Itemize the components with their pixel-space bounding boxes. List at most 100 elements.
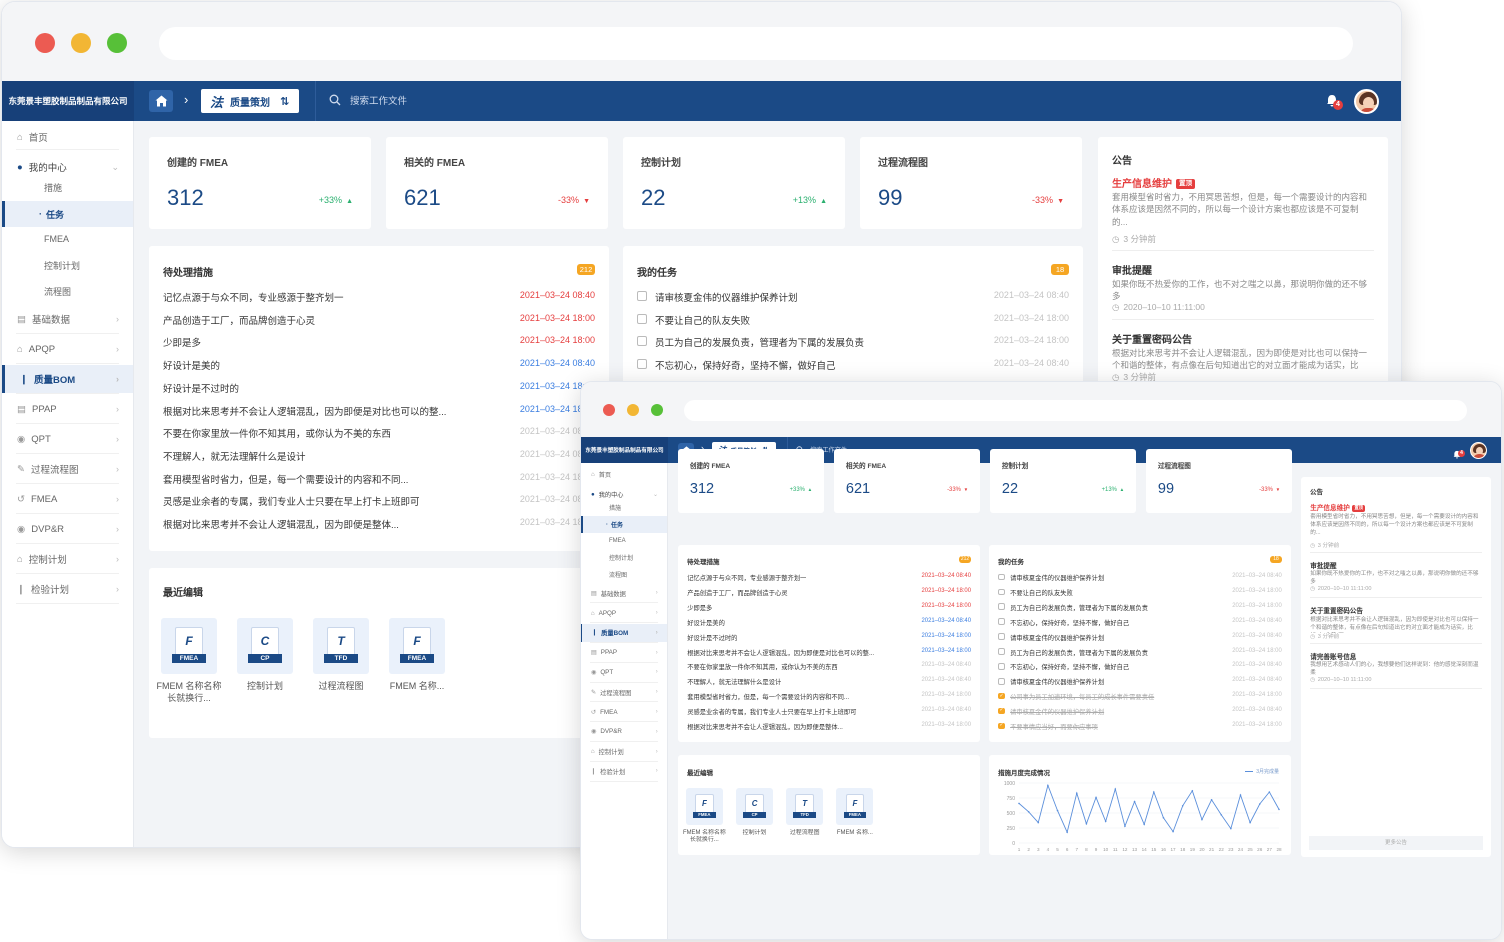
sidebar-subitem-active[interactable]: · 任务 <box>2 201 133 227</box>
swap-icon[interactable]: ⇅ <box>280 95 289 108</box>
pending-row-text[interactable]: 产品创造于工厂，而品牌创造于心灵 <box>687 588 911 597</box>
address-bar[interactable] <box>159 27 1353 60</box>
stat-card[interactable]: 控制计划 22 +13% ▲ <box>623 137 845 229</box>
sidebar-item-3[interactable]: ▤ PPAP › <box>581 643 667 661</box>
stat-card[interactable]: 相关的 FMEA 621 -33% ▼ <box>834 449 980 513</box>
sidebar-item-1[interactable]: ⌂ APQP › <box>2 335 133 363</box>
task-row-text[interactable]: 员工为自己的发展负责，管理者为下属的发展负责 <box>1010 603 1201 612</box>
stat-card[interactable]: 过程流程图 99 -33% ▼ <box>860 137 1082 229</box>
announcement-title[interactable]: 生产信息维护 置顶 <box>1310 502 1365 512</box>
task-checkbox[interactable] <box>998 677 1005 685</box>
announcement-title[interactable]: 审批提醒 <box>1310 560 1336 570</box>
task-checkbox[interactable] <box>637 336 647 347</box>
pending-row-text[interactable]: 记忆点源于与众不同，专业感源于整齐划一 <box>163 290 503 304</box>
sidebar-item-5[interactable]: ✎ 过程流程图 › <box>2 455 133 483</box>
file-name[interactable]: FMEM 名称... <box>832 830 877 838</box>
address-bar[interactable] <box>684 400 1467 421</box>
task-checkbox[interactable]: ✓ <box>998 707 1005 715</box>
pending-row-text[interactable]: 套用模型省时省力，但是，每一个需要设计的内容和不同... <box>163 472 503 486</box>
file-name[interactable]: FMEM 名称名称长就换行... <box>682 830 727 845</box>
avatar[interactable] <box>1470 442 1487 459</box>
sidebar-subitem[interactable]: FMEA <box>581 534 667 547</box>
breadcrumb-current[interactable]: 法 质量策划 ⇅ <box>201 89 299 113</box>
task-checkbox[interactable]: ✓ <box>998 693 1005 700</box>
stat-card[interactable]: 控制计划 22 +13% ▲ <box>990 449 1136 513</box>
pending-row-text[interactable]: 好设计是美的 <box>687 618 911 627</box>
file-name[interactable]: 控制计划 <box>732 830 777 838</box>
sidebar-subitem[interactable]: FMEA <box>2 229 133 249</box>
task-checkbox[interactable] <box>998 618 1005 625</box>
close-dot[interactable] <box>603 404 615 416</box>
task-checkbox[interactable] <box>637 313 647 324</box>
stat-card[interactable]: 创建的 FMEA 312 +33% ▲ <box>149 137 371 229</box>
pending-row-text[interactable]: 不要在你家里放一件你不知其用，或你认为不美的东西 <box>687 662 911 671</box>
announcement-title[interactable]: 关于重置密码公告 <box>1112 331 1192 346</box>
task-row-text[interactable]: 不要事情应当好，而要你应事项 <box>1010 722 1201 731</box>
sidebar-item-my-center[interactable]: ● 我的中心 ⌄ <box>581 487 667 501</box>
sidebar-item-4[interactable]: ◉ QPT › <box>2 425 133 453</box>
task-checkbox[interactable] <box>637 359 647 370</box>
pending-row-text[interactable]: 少即是多 <box>687 603 911 612</box>
sidebar-subitem[interactable]: 流程图 <box>2 281 133 301</box>
minimize-dot[interactable] <box>71 33 91 53</box>
file-name[interactable]: 过程流程图 <box>782 830 827 838</box>
sidebar-subitem[interactable]: 措施 <box>581 501 667 514</box>
task-row-text[interactable]: 请审核夏金伟的仪器维护保养计划 <box>1010 677 1201 686</box>
stat-card[interactable]: 过程流程图 99 -33% ▼ <box>1146 449 1292 513</box>
maximize-dot[interactable] <box>651 404 663 416</box>
sidebar-subitem[interactable]: 措施 <box>2 177 133 197</box>
file-thumbnail[interactable]: T TFD <box>786 788 824 825</box>
task-checkbox[interactable] <box>998 648 1005 655</box>
file-thumbnail[interactable]: F FMEA <box>836 788 874 825</box>
file-thumbnail[interactable]: C CP <box>736 788 774 825</box>
search-bar[interactable]: 搜索工作文件 <box>329 93 407 107</box>
file-name[interactable]: 控制计划 <box>231 681 299 693</box>
sidebar-item-3[interactable]: ▤ PPAP › <box>2 395 133 423</box>
stat-card[interactable]: 创建的 FMEA 312 +33% ▲ <box>678 449 824 513</box>
file-thumbnail[interactable]: T TFD <box>313 618 369 674</box>
task-row-text[interactable]: 请审核夏金伟的仪器维护保养计划 <box>1010 633 1201 642</box>
sidebar-subitem[interactable]: 控制计划 <box>2 255 133 275</box>
announcement-title[interactable]: 关于重置密码公告 <box>1310 605 1363 615</box>
pending-row-text[interactable]: 不理解人，就无法理解什么是设计 <box>687 677 911 686</box>
sidebar-item-8[interactable]: ⌂ 控制计划 › <box>581 742 667 760</box>
task-row-text[interactable]: 不要让自己的队友失败 <box>1010 588 1201 597</box>
pending-row-text[interactable]: 少即是多 <box>163 335 503 349</box>
maximize-dot[interactable] <box>107 33 127 53</box>
pending-row-text[interactable]: 根据对比来思考并不会让人逻辑混乱，因为即便是对比也可以的整... <box>163 404 503 418</box>
sidebar-subitem[interactable]: 控制计划 <box>581 551 667 564</box>
sidebar-subitem-active[interactable]: · 任务 <box>581 516 667 533</box>
pending-row-text[interactable]: 灵感是业余者的专属，我们专业人士只要在早上打卡上班即可 <box>163 494 503 508</box>
sidebar-item-2[interactable]: ❙ 质量BOM › <box>581 623 667 643</box>
sidebar-item-7[interactable]: ◉ DVP&R › <box>581 723 667 741</box>
pending-row-text[interactable]: 套用模型省时省力，但是，每一个需要设计的内容和不同... <box>687 692 911 701</box>
file-thumbnail[interactable]: F FMEA <box>685 788 723 825</box>
task-row-text[interactable]: 请审核夏金伟的仪器维护保养计划 <box>1010 707 1201 716</box>
task-row-text[interactable]: 不忘初心，保持好奇，坚持不懈，做好自己 <box>1010 662 1201 671</box>
pending-row-text[interactable]: 不要在你家里放一件你不知其用，或你认为不美的东西 <box>163 426 503 440</box>
file-name[interactable]: FMEM 名称名称长就换行... <box>155 681 223 704</box>
more-announcements-button[interactable]: 更多公告 <box>1309 836 1483 850</box>
sidebar-item-home[interactable]: ⌂ 首页 <box>2 127 133 147</box>
sidebar-item-2[interactable]: ❙ 质量BOM › <box>2 365 133 393</box>
announcement-title[interactable]: 审批提醒 <box>1112 262 1152 277</box>
task-row-text[interactable]: 公司事为员工加速环境，每员工的成长事件需要责任 <box>1010 692 1201 701</box>
pending-row-text[interactable]: 好设计是美的 <box>163 358 503 372</box>
task-row-text[interactable]: 请审核夏金伟的仪器维护保养计划 <box>1010 573 1201 582</box>
pending-row-text[interactable]: 根据对比来思考并不会让人逻辑混乱，因为即便是整体... <box>163 517 503 531</box>
task-row-text[interactable]: 员工为自己的发展负责，管理者为下属的发展负责 <box>1010 648 1201 657</box>
sidebar-item-0[interactable]: ▤ 基础数据 › <box>2 305 133 333</box>
file-thumbnail[interactable]: C CP <box>237 618 293 674</box>
task-row-text[interactable]: 不要让自己的队友失败 <box>655 313 945 327</box>
pending-row-text[interactable]: 好设计是不过时的 <box>687 633 911 642</box>
sidebar-item-6[interactable]: ↺ FMEA › <box>2 485 133 513</box>
task-row-text[interactable]: 不忘初心，保持好奇，坚持不懈，做好自己 <box>655 358 945 372</box>
announcement-title[interactable]: 请完善账号信息 <box>1310 651 1356 661</box>
file-name[interactable]: 过程流程图 <box>307 681 375 693</box>
pending-row-text[interactable]: 好设计是不过时的 <box>163 381 503 395</box>
task-row-text[interactable]: 不忘初心，保持好奇，坚持不懈，做好自己 <box>1010 618 1201 627</box>
sidebar-item-6[interactable]: ↺ FMEA › <box>581 703 667 721</box>
sidebar-item-9[interactable]: ❙ 检验计划 › <box>2 575 133 603</box>
announcement-title[interactable]: 生产信息维护 置顶 <box>1112 175 1195 190</box>
task-checkbox[interactable] <box>637 291 647 301</box>
